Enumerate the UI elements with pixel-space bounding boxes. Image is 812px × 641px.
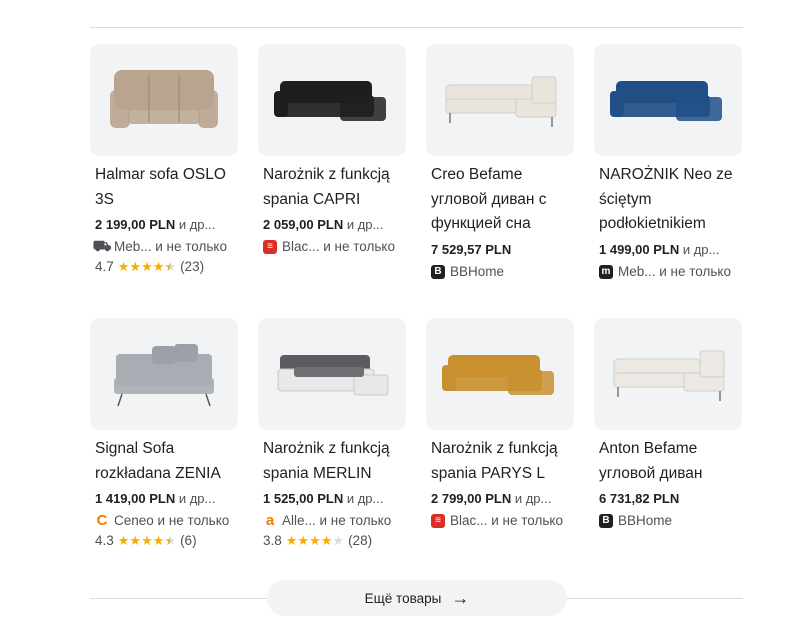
store-line: B BBHome xyxy=(599,512,744,530)
product-card[interactable]: Narożnik z funkcją spania PARYS L2 799,0… xyxy=(426,318,576,530)
store-line: m Meb... и не только xyxy=(599,263,744,281)
rating-line: 4.3 ★★★★★ (6) xyxy=(95,532,240,550)
product-card[interactable]: Narożnik z funkcją spania MERLIN 1 525,00… xyxy=(258,318,408,550)
price-line: 2 799,00 PLN и др... xyxy=(431,490,576,508)
rating-line: 4.7 ★★★★★ (23) xyxy=(95,258,240,276)
other-offers-label: и др... xyxy=(178,491,216,506)
store-name: Alle... и не только xyxy=(282,513,392,528)
store-name: Ceneo и не только xyxy=(114,513,230,528)
product-title[interactable]: Halmar sofa OSLO 3S xyxy=(95,163,245,212)
product-card[interactable]: NAROŻNIK Neo ze ściętym podłokietnikiem 1… xyxy=(594,44,744,281)
product-image[interactable] xyxy=(426,44,574,156)
other-offers-label: и др... xyxy=(682,241,720,257)
price-line: 7 529,57 PLN xyxy=(431,241,576,259)
product-image[interactable] xyxy=(258,318,406,430)
review-count[interactable]: (23) xyxy=(180,258,204,276)
product-image[interactable] xyxy=(90,318,238,430)
blackred-icon: ≡ xyxy=(263,240,277,254)
store-name: BBHome xyxy=(618,513,673,528)
product-price: 1 499,00 PLN xyxy=(599,241,680,257)
price-line: 1 499,00 PLN и др... xyxy=(599,241,744,259)
store-name: Blac... и не только xyxy=(450,513,563,528)
product-title[interactable]: Anton Befame угловой диван xyxy=(599,437,749,486)
meb-icon: m xyxy=(599,264,613,279)
bottom-divider-left xyxy=(90,598,267,599)
product-title[interactable]: Narożnik z funkcją spania CAPRI xyxy=(263,163,413,212)
store-name: Meb... и не только xyxy=(618,263,731,279)
price-line: 1 525,00 PLN и др... xyxy=(263,490,408,508)
price-line: 2 059,00 PLN и др... xyxy=(263,216,408,234)
bbhome-icon: B xyxy=(431,264,445,279)
product-image[interactable] xyxy=(258,44,406,156)
product-card[interactable]: Halmar sofa OSLO 3S 2 199,00 PLN и др... ⛟… xyxy=(90,44,240,276)
product-price: 7 529,57 PLN xyxy=(431,241,512,257)
product-image[interactable] xyxy=(594,44,742,156)
rating-value: 3.8 xyxy=(263,533,282,548)
store-name: BBHome xyxy=(450,263,505,279)
price-line: 1 419,00 PLN и др... xyxy=(95,490,240,508)
product-card[interactable]: Narożnik z funkcją spania CAPRI 2 059,00 … xyxy=(258,44,408,256)
store-name: Blac... и не только xyxy=(282,239,395,254)
store-line: ⛟ Meb... и не только xyxy=(92,238,240,256)
product-title[interactable]: Narożnik z funkcją spania MERLIN xyxy=(263,437,413,486)
other-offers-label: и др... xyxy=(514,491,552,506)
product-card[interactable]: Anton Befame угловой диван 6 731,82 PLN B B… xyxy=(594,318,744,530)
store-line: C Ceneo и не только xyxy=(95,512,240,530)
price-line: 6 731,82 PLN xyxy=(599,490,744,508)
other-offers-label: и др... xyxy=(346,491,384,506)
top-divider xyxy=(90,27,743,28)
arrow-right-icon: → xyxy=(451,588,470,608)
sofa-icon: ⛟ xyxy=(92,238,112,255)
store-line: ≡ Blac... и не только xyxy=(263,238,408,256)
store-line: B BBHome xyxy=(431,263,576,281)
review-count[interactable]: (6) xyxy=(180,532,197,550)
more-products-button[interactable]: Ещё товары → xyxy=(267,580,567,616)
product-image[interactable] xyxy=(426,318,574,430)
product-title[interactable]: Creo Befame угловой диван с функцией сна xyxy=(431,163,581,237)
product-title[interactable]: Signal Sofa rozkładana ZENIA xyxy=(95,437,245,486)
product-image[interactable] xyxy=(90,44,238,156)
product-title[interactable]: Narożnik z funkcją spania PARYS L xyxy=(431,437,581,486)
rating-stars-icon: ★★★★★ xyxy=(117,259,177,274)
rating-value: 4.7 xyxy=(95,259,114,274)
product-card[interactable]: Signal Sofa rozkładana ZENIA 1 419,00 PLN… xyxy=(90,318,240,550)
rating-line: 3.8 ★★★★★ (28) xyxy=(263,532,408,550)
rating-stars-icon: ★★★★★ xyxy=(117,533,177,548)
product-image[interactable] xyxy=(594,318,742,430)
more-products-label: Ещё товары xyxy=(364,590,442,606)
rating-value: 4.3 xyxy=(95,533,114,548)
review-count[interactable]: (28) xyxy=(348,532,372,550)
store-line: ≡ Blac... и не только xyxy=(431,512,576,530)
ceneo-icon: C xyxy=(96,512,108,529)
bbhome-icon: B xyxy=(599,514,613,528)
other-offers-label: и др... xyxy=(178,217,216,232)
store-name: Meb... и не только xyxy=(114,239,227,254)
product-price: 1 525,00 PLN xyxy=(263,491,344,506)
blackred-icon: ≡ xyxy=(431,514,445,528)
product-title[interactable]: NAROŻNIK Neo ze ściętym podłokietnikiem xyxy=(599,163,749,237)
rating-stars-icon: ★★★★★ xyxy=(285,533,345,548)
store-line: a Alle... и не только xyxy=(263,512,408,530)
price-line: 2 199,00 PLN и др... xyxy=(95,216,240,234)
product-price: 2 799,00 PLN xyxy=(431,491,512,506)
product-price: 2 059,00 PLN xyxy=(263,217,344,232)
product-price: 1 419,00 PLN xyxy=(95,491,176,506)
other-offers-label: и др... xyxy=(346,217,384,232)
product-card[interactable]: Creo Befame угловой диван с функцией сна… xyxy=(426,44,576,281)
bottom-divider-right xyxy=(567,598,743,599)
allegro-icon: a xyxy=(265,512,275,529)
product-price: 6 731,82 PLN xyxy=(599,491,680,506)
product-price: 2 199,00 PLN xyxy=(95,217,176,232)
